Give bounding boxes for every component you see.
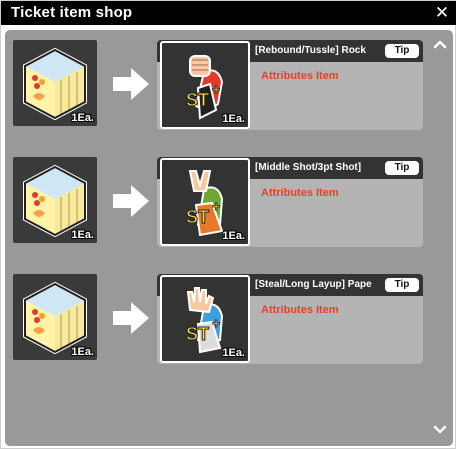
svg-text:ST: ST	[186, 324, 209, 344]
item-name: [Rebound/Tussle] Rock	[255, 45, 366, 56]
svg-text:+: +	[212, 81, 220, 97]
tip-button[interactable]: Tip	[385, 278, 419, 292]
result-item-card: ST + 1Ea. [Steal/Long Layup] Pape Tip At…	[157, 274, 423, 364]
ticket-box-icon	[23, 281, 87, 354]
result-item-tile[interactable]: ST + 1Ea.	[160, 275, 250, 363]
paper-hand-character-icon: ST +	[186, 287, 224, 354]
rock-hand-character-icon: ST +	[186, 55, 224, 120]
tip-button[interactable]: Tip	[385, 161, 419, 175]
title-bar: Ticket item shop ✕	[1, 1, 456, 25]
svg-text:ST: ST	[186, 90, 209, 110]
result-item-card: ST + 1Ea. [Middle Shot/3pt Shot] Tip Att…	[157, 157, 423, 247]
source-item-tile[interactable]: 1Ea.	[13, 274, 97, 360]
tip-button[interactable]: Tip	[385, 44, 419, 58]
scroll-up-button[interactable]	[433, 38, 447, 50]
source-quantity: 1Ea.	[71, 229, 94, 241]
ticket-box-icon	[23, 164, 87, 237]
exchange-list-panel: 1Ea. ST + 1Ea. [Rebound/Tussle] Rock Tip…	[5, 30, 453, 446]
source-item-tile[interactable]: 1Ea.	[13, 157, 97, 243]
item-type-label: Attributes Item	[261, 187, 339, 199]
arrow-right-icon	[113, 68, 149, 100]
scissors-hand-character-icon: ST +	[186, 170, 224, 237]
item-name: [Middle Shot/3pt Shot]	[255, 162, 362, 173]
window-title: Ticket item shop	[11, 4, 133, 21]
result-quantity: 1Ea.	[222, 113, 245, 125]
result-item-card: ST + 1Ea. [Rebound/Tussle] Rock Tip Attr…	[157, 40, 423, 130]
svg-text:+: +	[212, 198, 220, 214]
ticket-shop-window: Ticket item shop ✕ 1Ea. ST + 1Ea. [Rebou…	[0, 0, 456, 449]
source-quantity: 1Ea.	[71, 112, 94, 124]
result-item-tile[interactable]: ST + 1Ea.	[160, 41, 250, 129]
scroll-down-button[interactable]	[433, 424, 447, 436]
item-name: [Steal/Long Layup] Pape	[255, 279, 372, 290]
ticket-box-icon	[23, 47, 87, 120]
exchange-row: 1Ea. ST + 1Ea. [Middle Shot/3pt Shot] Ti…	[5, 157, 453, 247]
close-button[interactable]: ✕	[433, 3, 451, 23]
svg-text:+: +	[212, 315, 220, 331]
arrow-right-icon	[113, 302, 149, 334]
result-quantity: 1Ea.	[222, 347, 245, 359]
source-quantity: 1Ea.	[71, 346, 94, 358]
exchange-row: 1Ea. ST + 1Ea. [Steal/Long Layup] Pape T…	[5, 274, 453, 364]
exchange-row: 1Ea. ST + 1Ea. [Rebound/Tussle] Rock Tip…	[5, 40, 453, 130]
source-item-tile[interactable]: 1Ea.	[13, 40, 97, 126]
result-item-tile[interactable]: ST + 1Ea.	[160, 158, 250, 246]
item-type-label: Attributes Item	[261, 70, 339, 82]
svg-text:ST: ST	[186, 207, 209, 227]
result-quantity: 1Ea.	[222, 230, 245, 242]
item-type-label: Attributes Item	[261, 304, 339, 316]
arrow-right-icon	[113, 185, 149, 217]
